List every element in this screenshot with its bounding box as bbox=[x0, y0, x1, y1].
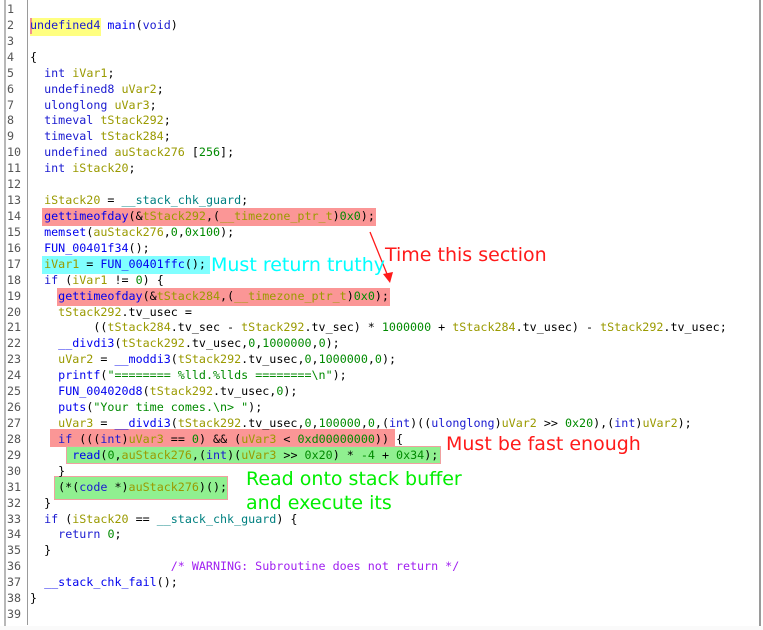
note-must-be-fast-enough: Must be fast enough bbox=[446, 433, 641, 455]
note-time-this-section: Time this section bbox=[385, 244, 547, 266]
note-and-execute: and execute its bbox=[246, 492, 392, 514]
annotation-arrow-layer bbox=[369, 231, 393, 283]
note-must-return-truthy: Must return truthy bbox=[211, 254, 385, 276]
note-read-onto-stack: Read onto stack buffer bbox=[246, 468, 462, 490]
